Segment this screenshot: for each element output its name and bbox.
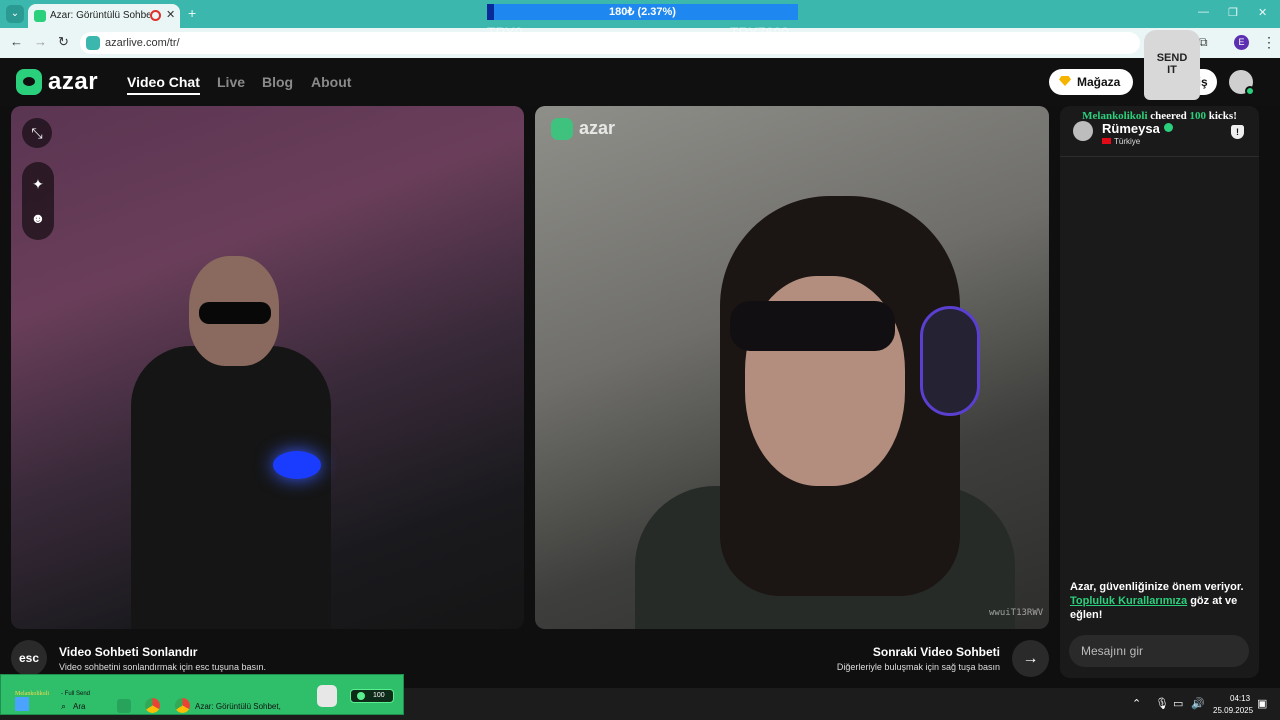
partner-sunglasses <box>730 301 895 351</box>
recording-icon <box>150 10 161 21</box>
partner-id: wwuiT13RWV <box>989 608 1044 618</box>
kick-count: 100 <box>373 692 385 699</box>
sticker-line1: SEND <box>1156 52 1188 64</box>
user-avatar[interactable] <box>1229 70 1255 96</box>
browser-menu-icon[interactable]: ⋮ <box>1262 34 1276 51</box>
site-info-icon[interactable] <box>86 36 100 50</box>
address-bar: ← → ↻ azarlive.com/tr/ ⧉ <box>0 28 1280 58</box>
chat-panel: Melankolikoli cheered 100 kicks! Rümeysa… <box>1060 106 1259 678</box>
url-text: azarlive.com/tr/ <box>105 37 180 49</box>
self-person-body <box>131 346 331 629</box>
end-chat-title: Video Sohbeti Sonlandır <box>59 645 198 659</box>
logo-text[interactable]: azar <box>48 68 98 96</box>
browser-tab[interactable]: Azar: Görüntülü Sohbet, Ar ✕ <box>28 4 180 28</box>
minimize-button[interactable]: — <box>1198 6 1209 18</box>
tab-search-button[interactable]: ⌄ <box>6 5 24 23</box>
azar-logo-icon[interactable] <box>16 69 42 95</box>
partner-avatar[interactable] <box>1073 121 1093 141</box>
cheer-unit: kicks! <box>1208 110 1237 122</box>
volume-icon[interactable]: 🔊 <box>1191 697 1205 710</box>
nav-blog[interactable]: Blog <box>262 74 293 90</box>
taskbar-window-title[interactable]: Azar: Görüntülü Sohbet, <box>195 702 281 711</box>
effects-toolbar: ✦ ☻ <box>22 162 54 240</box>
next-chat-button[interactable]: → <box>1012 640 1049 677</box>
watermark-text: azar <box>579 118 616 138</box>
nav-about[interactable]: About <box>311 74 351 90</box>
nav-video-chat[interactable]: Video Chat <box>127 74 200 95</box>
tab-title: Azar: Görüntülü Sohbet, Ar <box>50 10 150 21</box>
chat-divider <box>1060 156 1259 157</box>
self-video: ⤡ ✦ ☻ <box>11 106 524 629</box>
chrome-icon[interactable] <box>145 698 160 713</box>
network-icon[interactable]: ▭ <box>1173 697 1183 710</box>
taskbar-app-icon[interactable] <box>117 699 131 713</box>
headphone <box>920 306 980 416</box>
back-button[interactable]: ← <box>10 34 23 49</box>
next-chat-hint: Diğerleriyle buluşmak için sağ tuşa bası… <box>836 662 1000 672</box>
tshirt-icon <box>317 685 337 707</box>
forward-button[interactable]: → <box>34 34 47 49</box>
chrome-window-icon[interactable] <box>175 698 190 713</box>
arrow-right-icon: → <box>1022 650 1039 667</box>
new-tab-button[interactable]: + <box>188 5 196 21</box>
notification-icon[interactable]: ▣ <box>1257 697 1267 710</box>
end-chat-button[interactable]: esc <box>11 640 47 676</box>
kick-alert-overlay: Melankolikoli - Full Send ⌕ Ara Azar: Gö… <box>0 674 404 715</box>
nav-live[interactable]: Live <box>217 74 245 90</box>
donation-progress-text: 180₺ (2.37%) <box>609 6 676 18</box>
donation-max-label: TRY7600 <box>730 24 789 40</box>
tray-chevron-icon[interactable]: ⌃ <box>1132 697 1141 710</box>
url-field[interactable]: azarlive.com/tr/ <box>80 32 1140 54</box>
partner-name[interactable]: Rümeysa <box>1102 121 1160 136</box>
shop-button[interactable]: Mağaza <box>1049 69 1133 95</box>
taskbar-search-label[interactable]: Ara <box>73 702 85 711</box>
microphone-icon[interactable]: 🎙 <box>1155 697 1169 710</box>
clock-date[interactable]: 25.09.2025 <box>1213 706 1253 715</box>
site-header: azar Video Chat Live Blog About Mağaza m… <box>0 58 1280 106</box>
safety-notice: Azar, güvenliğinize önem veriyor. Toplul… <box>1070 580 1252 622</box>
sunglasses <box>199 302 271 324</box>
search-icon[interactable]: ⌕ <box>61 701 66 712</box>
sparkle-effects-icon[interactable]: ✦ <box>22 176 54 193</box>
microphone-light <box>273 451 321 479</box>
browser-profile-avatar[interactable]: E <box>1234 35 1249 50</box>
kick-send-label: - Full Send <box>61 691 91 697</box>
cheer-amount: 100 <box>1189 110 1206 122</box>
clock-time[interactable]: 04:13 <box>1230 694 1250 703</box>
close-tab-icon[interactable]: ✕ <box>166 8 175 21</box>
face-filter-icon[interactable]: ☻ <box>22 210 54 226</box>
donation-progress-bar: 180₺ (2.37%) <box>487 4 798 20</box>
close-window-button[interactable]: ✕ <box>1258 6 1267 19</box>
azar-favicon-icon <box>34 10 46 22</box>
kick-count-badge: 100 <box>350 689 394 703</box>
message-input[interactable] <box>1069 635 1249 667</box>
community-rules-link[interactable]: Topluluk Kurallarımıza <box>1070 595 1187 607</box>
diamond-icon <box>1059 76 1071 86</box>
windows-start-icon[interactable] <box>15 697 29 711</box>
reload-button[interactable]: ↻ <box>58 34 69 50</box>
send-it-sticker: SEND IT <box>1140 30 1204 102</box>
report-shield-icon[interactable]: ! <box>1231 125 1244 139</box>
kick-coin-icon <box>357 692 365 700</box>
verified-icon <box>1164 123 1173 132</box>
donation-min-label: TRY0 <box>487 24 523 40</box>
minimize-video-icon[interactable]: ⤡ <box>22 118 52 148</box>
turkey-flag-icon <box>1102 138 1111 144</box>
azar-watermark-icon <box>551 118 573 140</box>
partner-video: azar wwuiT13RWV <box>535 106 1049 629</box>
partner-country: Türkiye <box>1114 137 1141 146</box>
shop-label: Mağaza <box>1077 75 1121 89</box>
safety-text: Azar, güvenliğinize önem veriyor. <box>1070 581 1244 593</box>
end-chat-hint: Video sohbetini sonlandırmak için esc tu… <box>59 662 266 672</box>
sticker-line2: IT <box>1167 64 1177 76</box>
next-chat-title: Sonraki Video Sohbeti <box>872 645 1000 659</box>
restore-button[interactable]: ❐ <box>1228 6 1238 19</box>
online-status-icon <box>1245 86 1255 96</box>
